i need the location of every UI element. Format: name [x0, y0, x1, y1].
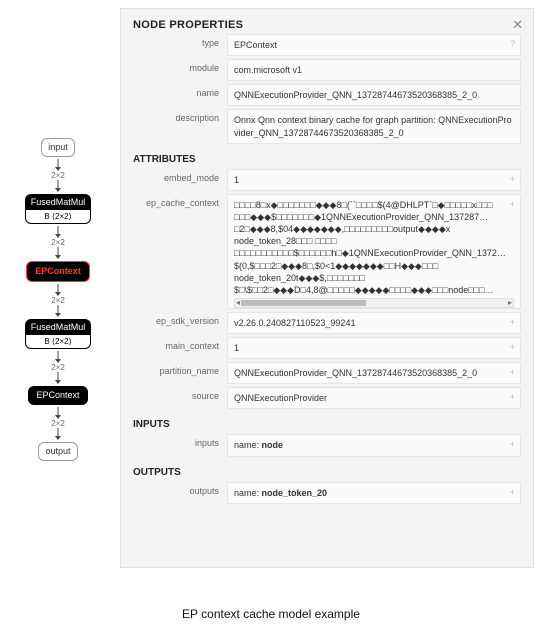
graph-edge: 2×2: [51, 284, 65, 317]
prop-description-label: description: [133, 109, 219, 123]
outputs-heading: OUTPUTS: [133, 467, 521, 478]
attr-embed-mode-label: embed_mode: [133, 169, 219, 183]
graph-node-fusedmatmul-1[interactable]: FusedMatMul B ⟨2×2⟩: [25, 194, 92, 224]
prop-description-value[interactable]: Onnx Qnn context binary cache for graph …: [227, 109, 521, 143]
graph-input-node[interactable]: input: [41, 138, 75, 157]
graph-node-epcontext-2[interactable]: EPContext: [28, 386, 87, 405]
attr-partition-name-value[interactable]: QNNExecutionProvider_QNN_137287446735203…: [227, 362, 521, 384]
graph-edge: 2×2: [51, 159, 65, 192]
inputs-value[interactable]: name: node+: [227, 434, 521, 456]
attr-partition-name-label: partition_name: [133, 362, 219, 376]
attr-source-label: source: [133, 387, 219, 401]
attr-ep-cache-context-value[interactable]: + □□□□8□x◆□□□□□□□◆◆◆8□(``□□□□$(4@DHLPT`□…: [227, 194, 521, 309]
prop-type-label: type: [133, 34, 219, 48]
close-icon[interactable]: ✕: [512, 17, 523, 33]
inputs-label: inputs: [133, 434, 219, 448]
model-graph: input 2×2 FusedMatMul B ⟨2×2⟩ 2×2 EPCont…: [8, 8, 108, 568]
outputs-value[interactable]: name: node_token_20+: [227, 482, 521, 504]
attr-embed-mode-value[interactable]: 1+: [227, 169, 521, 191]
attr-ep-sdk-version-value[interactable]: v2.26.0.240827110523_99241+: [227, 312, 521, 334]
outputs-label: outputs: [133, 482, 219, 496]
attributes-heading: ATTRIBUTES: [133, 154, 521, 165]
graph-edge: 2×2: [51, 351, 65, 384]
scroll-right-icon[interactable]: ▸: [508, 298, 512, 309]
attr-ep-cache-context-label: ep_cache_context: [133, 194, 219, 208]
graph-node-fusedmatmul-2[interactable]: FusedMatMul B ⟨2×2⟩: [25, 319, 92, 349]
attr-main-context-value[interactable]: 1+: [227, 337, 521, 359]
horizontal-scrollbar[interactable]: ◂ ▸: [234, 298, 514, 308]
inputs-heading: INPUTS: [133, 419, 521, 430]
scroll-left-icon[interactable]: ◂: [236, 298, 240, 309]
graph-edge: 2×2: [51, 226, 65, 259]
prop-module-label: module: [133, 59, 219, 73]
prop-name-value[interactable]: QNNExecutionProvider_QNN_137287446735203…: [227, 84, 521, 106]
scrollbar-thumb[interactable]: [241, 300, 366, 306]
graph-edge: 2×2: [51, 407, 65, 440]
attr-ep-sdk-version-label: ep_sdk_version: [133, 312, 219, 326]
node-properties-panel: NODE PROPERTIES ✕ type EPContext? module…: [120, 8, 534, 568]
attr-main-context-label: main_context: [133, 337, 219, 351]
panel-title: NODE PROPERTIES: [133, 19, 521, 31]
prop-type-value[interactable]: EPContext?: [227, 34, 521, 56]
graph-output-node[interactable]: output: [38, 442, 77, 461]
graph-node-epcontext-1[interactable]: EPContext: [26, 261, 90, 282]
figure-caption: EP context cache model example: [0, 607, 542, 621]
prop-name-label: name: [133, 84, 219, 98]
attr-source-value[interactable]: QNNExecutionProvider+: [227, 387, 521, 409]
prop-module-value[interactable]: com.microsoft v1: [227, 59, 521, 81]
